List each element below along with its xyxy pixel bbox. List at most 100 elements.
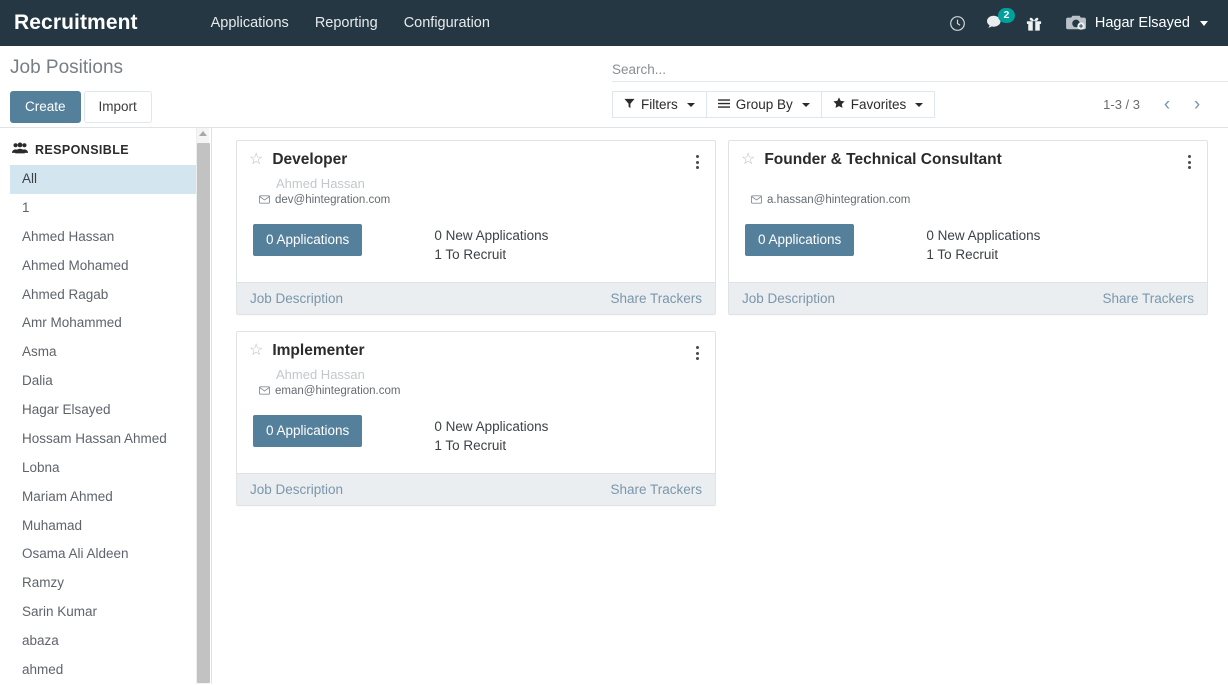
sidebar-item[interactable]: 1	[10, 194, 199, 223]
favorite-star-icon[interactable]: ☆	[249, 152, 263, 168]
sidebar-item[interactable]: Osama Ali Aldeen	[10, 540, 199, 569]
to-recruit-count: 1 To Recruit	[434, 438, 507, 454]
card-body: ☆ Developer Ahmed Hassan dev@hintegration.c…	[237, 141, 715, 282]
chevron-down-icon	[801, 102, 810, 107]
sidebar-item[interactable]: Muhamad	[10, 512, 199, 541]
camera-avatar-icon	[1065, 14, 1087, 32]
pager-next-button[interactable]: ›	[1184, 92, 1210, 118]
gift-icon[interactable]	[1015, 0, 1053, 46]
favorite-star-icon[interactable]: ☆	[249, 343, 263, 359]
pager-count: 1-3 / 3	[1103, 97, 1140, 112]
sidebar-item[interactable]: Mariam Ahmed	[10, 483, 199, 512]
envelope-icon	[259, 386, 270, 395]
share-trackers-link[interactable]: Share Trackers	[1102, 291, 1194, 306]
filters-label: Filters	[641, 97, 678, 112]
card-menu-icon[interactable]	[1181, 153, 1197, 171]
job-position-card[interactable]: ☆ Founder & Technical Consultant a.hassan…	[728, 140, 1208, 315]
sidebar-item[interactable]: Hossam Hassan Ahmed	[10, 425, 199, 454]
new-applications-count: 0 New Applications	[926, 227, 1041, 243]
card-header: ☆ Founder & Technical Consultant	[741, 151, 1195, 170]
card-email[interactable]: eman@hintegration.com	[275, 385, 400, 397]
share-trackers-link[interactable]: Share Trackers	[610, 482, 702, 497]
sidebar-item[interactable]: abaza	[10, 627, 199, 656]
import-button[interactable]: Import	[83, 91, 152, 123]
navbar-right-tools: 2 Hagar Elsayed	[939, 0, 1214, 46]
search-input[interactable]	[612, 61, 1112, 77]
card-header: ☆ Implementer	[249, 342, 703, 361]
job-position-card[interactable]: ☆ Developer Ahmed Hassan dev@hintegration.c…	[236, 140, 716, 315]
job-description-link[interactable]: Job Description	[250, 482, 343, 497]
card-menu-icon[interactable]	[689, 344, 705, 362]
card-counters: 0 New Applications 1 To Recruit	[434, 415, 548, 456]
favorites-dropdown[interactable]: Favorites	[820, 91, 936, 118]
card-body: ☆ Founder & Technical Consultant a.hassan…	[729, 141, 1207, 282]
sidebar-item[interactable]: Dalia	[10, 367, 199, 396]
control-panel: Job Positions Create Import Filters	[0, 46, 1228, 128]
app-brand[interactable]: Recruitment	[0, 11, 154, 35]
job-position-card[interactable]: ☆ Implementer Ahmed Hassan eman@hintegratio…	[236, 331, 716, 506]
card-manager-name: Ahmed Hassan	[276, 366, 365, 382]
control-panel-search: Filters Group By	[612, 46, 1228, 118]
scroll-up-arrow-icon[interactable]	[199, 131, 207, 136]
share-trackers-link[interactable]: Share Trackers	[610, 291, 702, 306]
user-name-label: Hagar Elsayed	[1094, 15, 1190, 31]
sidebar-item[interactable]: Ramzy	[10, 569, 199, 598]
group-by-dropdown[interactable]: Group By	[705, 91, 822, 118]
sidebar-item[interactable]: ahmed	[10, 656, 199, 684]
user-menu[interactable]: Hagar Elsayed	[1053, 0, 1214, 46]
card-title: Founder & Technical Consultant	[764, 151, 1002, 168]
responsible-sidebar: RESPONSIBLE All 1 Ahmed Hassan Ahmed Mohame…	[0, 128, 212, 684]
list-icon	[717, 97, 730, 112]
sidebar-item[interactable]: Ahmed Mohamed	[10, 252, 199, 281]
sidebar-item-list: All 1 Ahmed Hassan Ahmed Mohamed Ahmed Ragab…	[0, 165, 211, 684]
chat-badge: 2	[997, 8, 1015, 23]
filters-dropdown[interactable]: Filters	[612, 91, 707, 118]
card-header: ☆ Developer	[249, 151, 703, 170]
card-footer: Job Description Share Trackers	[729, 282, 1207, 314]
job-description-link[interactable]: Job Description	[250, 291, 343, 306]
sidebar-item[interactable]: Ahmed Hassan	[10, 223, 199, 252]
sidebar-item[interactable]: Ahmed Ragab	[10, 281, 199, 310]
new-applications-count: 0 New Applications	[434, 418, 549, 434]
card-email[interactable]: dev@hintegration.com	[275, 194, 390, 206]
card-manager-name: Ahmed Hassan	[276, 175, 365, 191]
sidebar-header-label: RESPONSIBLE	[35, 142, 129, 157]
page-title: Job Positions	[10, 57, 124, 78]
sidebar-header: RESPONSIBLE	[0, 128, 211, 165]
card-title: Implementer	[272, 342, 365, 359]
pager-previous-button[interactable]: ‹	[1154, 92, 1180, 118]
sidebar-item[interactable]: Lobna	[10, 454, 199, 483]
applications-button[interactable]: 0 Applications	[253, 223, 363, 256]
applications-button[interactable]: 0 Applications	[745, 223, 855, 256]
funnel-icon	[624, 97, 635, 112]
favorite-star-icon[interactable]: ☆	[741, 152, 755, 168]
create-button[interactable]: Create	[10, 91, 81, 123]
scrollbar-thumb[interactable]	[197, 143, 210, 683]
applications-button[interactable]: 0 Applications	[253, 414, 363, 447]
menu-item-applications[interactable]: Applications	[198, 0, 302, 46]
pager: 1-3 / 3 ‹ ›	[1103, 92, 1210, 118]
chevron-down-icon	[915, 102, 924, 107]
sidebar-item[interactable]: Asma	[10, 338, 199, 367]
filter-button-group: Filters Group By Favorites	[612, 91, 936, 118]
menu-item-configuration[interactable]: Configuration	[391, 0, 503, 46]
sidebar-item[interactable]: Amr Mohammed	[10, 309, 199, 338]
chat-icon[interactable]: 2	[977, 0, 1015, 46]
card-email[interactable]: a.hassan@hintegration.com	[767, 194, 910, 206]
job-description-link[interactable]: Job Description	[742, 291, 835, 306]
card-title: Developer	[272, 151, 348, 168]
card-email-row: dev@hintegration.com	[259, 194, 703, 206]
clock-icon[interactable]	[939, 0, 977, 46]
card-counters: 0 New Applications 1 To Recruit	[434, 224, 548, 265]
sidebar-item[interactable]: Hagar Elsayed	[10, 396, 199, 425]
card-body: ☆ Implementer Ahmed Hassan eman@hintegratio…	[237, 332, 715, 473]
top-navbar: Recruitment Applications Reporting Confi…	[0, 0, 1228, 46]
sidebar-item[interactable]: Sarin Kumar	[10, 598, 199, 627]
new-applications-count: 0 New Applications	[434, 227, 549, 243]
sidebar-scrollbar[interactable]	[196, 128, 210, 684]
users-group-icon	[12, 142, 28, 157]
sidebar-item[interactable]: All	[10, 165, 199, 194]
card-menu-icon[interactable]	[689, 153, 705, 171]
menu-item-reporting[interactable]: Reporting	[302, 0, 391, 46]
kanban-column-right: ☆ Founder & Technical Consultant a.hassan…	[722, 140, 1214, 522]
